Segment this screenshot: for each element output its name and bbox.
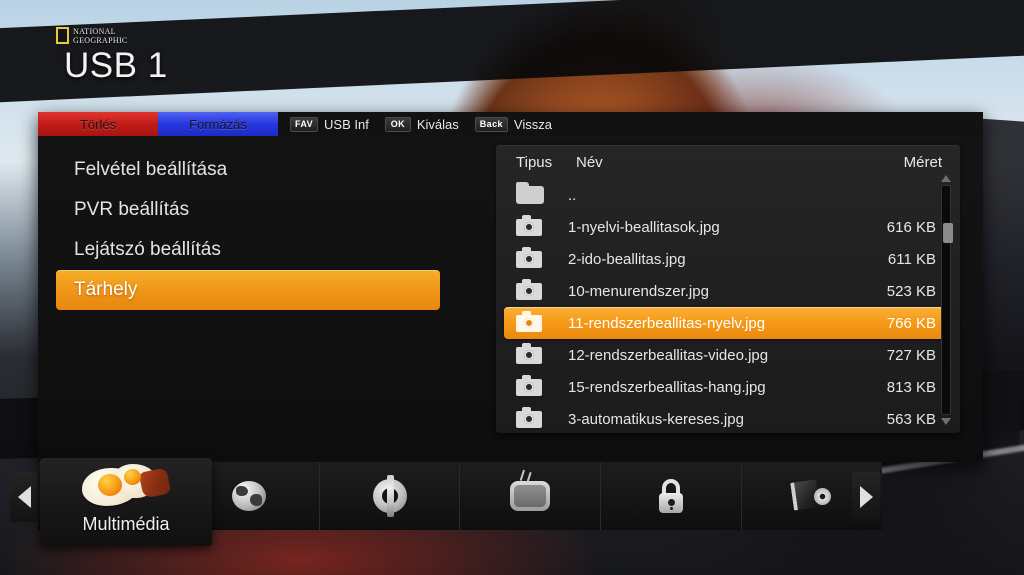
tv-screen: NATIONAL GEOGRAPHIC USB 1 Törlés Formázá… — [0, 0, 1024, 575]
toolbar-item-tv[interactable] — [460, 462, 602, 530]
ng-wordmark: NATIONAL GEOGRAPHIC — [73, 27, 128, 45]
action-hint-bar: Törlés Formázás FAV USB Inf OK Kiválas B… — [38, 112, 983, 136]
camera-icon — [516, 342, 542, 364]
table-row[interactable]: 15-rendszerbeallitas-hang.jpg 813 KB — [504, 371, 946, 403]
globe-icon — [231, 481, 266, 511]
row-name: 3-automatikus-kereses.jpg — [568, 410, 744, 428]
row-icon-cell — [516, 278, 568, 300]
toolbar-item-lock[interactable] — [601, 462, 743, 530]
row-size: 727 KB — [886, 346, 936, 364]
egg-yolk-right — [124, 469, 141, 485]
hint-label-usb-info: USB Inf — [324, 116, 369, 132]
toolbar-next-button[interactable] — [852, 472, 880, 522]
book-disc — [814, 488, 832, 505]
row-size: 611 KB — [887, 250, 936, 268]
menu-item-storage[interactable]: Tárhely — [56, 270, 440, 310]
camera-icon — [516, 406, 542, 428]
table-row[interactable]: 2-ido-beallitas.jpg 611 KB — [504, 243, 946, 275]
back-key-icon: Back — [474, 116, 508, 132]
column-header-size: Méret — [903, 153, 942, 171]
table-row[interactable]: 10-menurendszer.jpg 523 KB — [504, 275, 946, 307]
column-header-type: Tipus — [516, 153, 553, 171]
scroll-up-arrow-icon[interactable] — [941, 175, 951, 182]
chevron-right-icon — [859, 486, 873, 508]
ng-wordmark-line2: GEOGRAPHIC — [73, 36, 128, 45]
row-name: 2-ido-beallitas.jpg — [568, 250, 686, 268]
table-row[interactable]: 1-nyelvi-beallitasok.jpg 616 KB — [504, 211, 946, 243]
scrollbar-thumb[interactable] — [943, 223, 953, 243]
scroll-down-arrow-icon[interactable] — [941, 418, 951, 425]
file-list-header: Tipus Név Méret — [496, 145, 960, 179]
menu-item-pvr-setup[interactable]: PVR beállítás — [56, 190, 440, 230]
settings-panel: Törlés Formázás FAV USB Inf OK Kiválas B… — [38, 112, 983, 462]
camera-icon — [516, 214, 542, 236]
table-row-selected[interactable]: 11-rendszerbeallitas-nyelv.jpg 766 KB — [504, 307, 946, 339]
gear-icon — [372, 475, 407, 517]
toolbar-item-settings[interactable] — [320, 462, 461, 530]
ok-key-icon: OK — [384, 116, 411, 132]
toolbar-item-multimedia[interactable]: Multimédia — [40, 458, 212, 546]
camera-icon — [516, 310, 542, 332]
row-icon-cell — [516, 182, 568, 204]
row-name: 11-rendszerbeallitas-nyelv.jpg — [568, 314, 766, 332]
hint-select[interactable]: OK Kiválas — [384, 116, 459, 132]
row-name: 1-nyelvi-beallitasok.jpg — [568, 218, 720, 236]
fried-egg-icon — [78, 462, 174, 510]
gear-tooth — [386, 475, 394, 517]
file-list[interactable]: .. 1-nyelvi-beallitasok.jpg 616 KB 2-ido… — [496, 179, 960, 433]
book-disc-icon — [790, 479, 832, 511]
row-size: 523 KB — [886, 282, 936, 300]
row-name: .. — [568, 186, 577, 204]
row-size: 616 KB — [886, 218, 936, 236]
hint-label-select: Kiválas — [416, 116, 459, 132]
egg-yolk-left — [98, 474, 122, 496]
table-row[interactable]: 3-automatikus-kereses.jpg 563 KB — [504, 403, 946, 433]
fav-key-icon: FAV — [290, 116, 319, 132]
toolbar-item-multimedia-label: Multimédia — [82, 514, 170, 534]
row-name: 12-rendszerbeallitas-video.jpg — [568, 346, 769, 364]
table-row[interactable]: .. — [504, 179, 946, 211]
row-size: 813 KB — [886, 378, 936, 396]
bacon-strip — [138, 467, 172, 499]
camera-icon — [516, 278, 542, 300]
row-icon-cell — [516, 310, 568, 332]
column-header-name: Név — [576, 153, 603, 171]
hint-back[interactable]: Back Vissza — [474, 116, 552, 132]
row-size: 563 KB — [886, 410, 936, 428]
lock-icon — [657, 479, 685, 513]
folder-icon — [516, 182, 544, 204]
file-list-scrollbar[interactable] — [939, 175, 954, 425]
format-button[interactable]: Formázás — [158, 112, 278, 136]
ng-frame-icon — [56, 27, 69, 44]
delete-button[interactable]: Törlés — [38, 112, 158, 136]
tv-icon — [510, 481, 551, 511]
row-name: 15-rendszerbeallitas-hang.jpg — [568, 378, 766, 396]
scrollbar-track[interactable] — [941, 185, 953, 415]
chevron-left-icon — [17, 486, 31, 508]
row-icon-cell — [516, 374, 568, 396]
file-browser: Tipus Név Méret .. 1-nyelvi-beallitasok.… — [496, 145, 960, 433]
row-icon-cell — [516, 214, 568, 236]
hint-usb-info[interactable]: FAV USB Inf — [290, 116, 369, 132]
row-size: 766 KB — [886, 314, 936, 332]
camera-icon — [516, 374, 542, 396]
key-hints: FAV USB Inf OK Kiválas Back Vissza — [278, 112, 568, 136]
table-row[interactable]: 12-rendszerbeallitas-video.jpg 727 KB — [504, 339, 946, 371]
national-geographic-logo: NATIONAL GEOGRAPHIC — [56, 27, 128, 45]
ng-wordmark-line1: NATIONAL — [73, 27, 116, 36]
menu-item-player-setup[interactable]: Lejátszó beállítás — [56, 230, 440, 270]
row-icon-cell — [516, 406, 568, 428]
camera-icon — [516, 246, 542, 268]
hint-label-back: Vissza — [513, 116, 552, 132]
row-icon-cell — [516, 246, 568, 268]
header: NATIONAL GEOGRAPHIC USB 1 — [0, 0, 1024, 97]
toolbar-prev-button[interactable] — [10, 472, 38, 522]
row-icon-cell — [516, 342, 568, 364]
row-name: 10-menurendszer.jpg — [568, 282, 709, 300]
settings-menu: Felvétel beállítása PVR beállítás Lejáts… — [38, 136, 458, 310]
page-title: USB 1 — [64, 46, 168, 85]
menu-item-recording-setup[interactable]: Felvétel beállítása — [56, 150, 440, 190]
